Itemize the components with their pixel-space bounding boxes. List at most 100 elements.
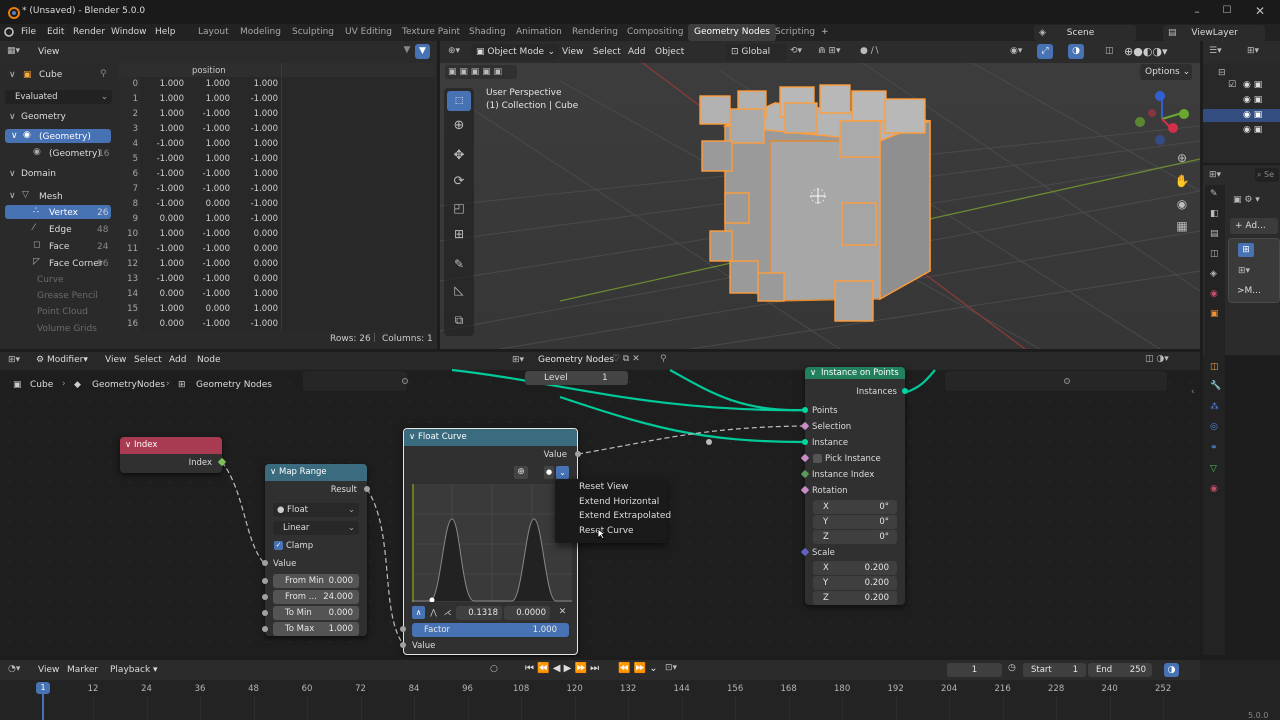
map-range-field[interactable]: From Min 0.000 (273, 574, 359, 588)
menu-extend-horizontal[interactable]: Extend Horizontal (579, 497, 659, 507)
mesh-chevron-icon[interactable]: ∨ (9, 191, 16, 201)
output-tab-icon[interactable]: ▤ (1210, 229, 1219, 239)
zoom-in-icon[interactable]: ⊕ (514, 466, 528, 479)
scale-field[interactable]: Z 0.200 (813, 591, 897, 605)
outliner-row4-eye-icon[interactable]: ◉ ▣ (1243, 125, 1262, 135)
curve-tool-auto-icon[interactable]: ∧ (412, 606, 425, 619)
level-field[interactable]: Level 1 (525, 371, 628, 385)
tab-scripting[interactable]: Scripting (775, 24, 815, 41)
outliner-row1-eye-icon[interactable]: ◉ ▣ (1243, 80, 1262, 90)
delete-point-icon[interactable]: ✕ (556, 606, 569, 619)
tab-texture-paint[interactable]: Texture Paint (402, 24, 460, 41)
scale-field[interactable]: Y 0.200 (813, 576, 897, 590)
options-dropdown[interactable]: Options ⌄ (1140, 64, 1192, 80)
timeline-menu-playback[interactable]: Playback ▾ (110, 665, 158, 675)
evaluated-dropdown[interactable]: Evaluated ⌄ (5, 90, 112, 104)
curve-point-x-field[interactable]: 0.1318 (456, 606, 502, 620)
pin-icon[interactable]: ⚲ (100, 69, 107, 79)
index-node[interactable]: ∨ Index Index (120, 437, 227, 473)
view-layer-selector[interactable]: ▤ ViewLayer (1163, 25, 1265, 41)
outliner-filter-icon[interactable]: ⊞▾ (1247, 46, 1259, 56)
geometry-sub-label[interactable]: (Geometry) (49, 149, 101, 159)
domain-edge-label[interactable]: Edge (49, 225, 72, 235)
expand-item-chevron-icon[interactable]: ∨ (11, 131, 18, 141)
modifier-name[interactable]: >M... (1237, 286, 1261, 296)
map-range-input-socket[interactable] (262, 610, 268, 616)
column-header-position[interactable]: position (192, 66, 226, 76)
map-range-header[interactable]: ∨ Map Range (265, 464, 367, 481)
cursor-tool-icon[interactable]: ⊕ (447, 116, 471, 136)
rotation-field[interactable]: Z 0° (813, 530, 897, 544)
filter-active-icon[interactable]: ▼ (415, 44, 430, 59)
instance-on-points-header[interactable]: ∨ Instance on Points (805, 367, 905, 379)
editor-type-icon[interactable]: ⊕▾ (448, 46, 460, 56)
curve-tool-free-icon[interactable]: ⋌ (441, 606, 454, 619)
modifier-icon-row[interactable]: ⊞▾ (1238, 266, 1250, 276)
blender-menu-icon[interactable] (4, 27, 14, 37)
float-curve-output-socket[interactable] (575, 451, 581, 457)
transform-orientation-dropdown[interactable]: ⊡ Global (726, 44, 786, 60)
view-layer-tab-icon[interactable]: ◫ (1210, 249, 1219, 259)
material-tab-icon[interactable]: ◉ (1210, 484, 1218, 494)
scene-tab-icon[interactable]: ◈ (1210, 269, 1217, 279)
collapsed-node-socket[interactable] (402, 378, 408, 384)
tab-modeling[interactable]: Modeling (240, 24, 281, 41)
snap-icon[interactable]: ⋒ ⊞▾ (818, 46, 840, 56)
outliner-selected-row[interactable] (1203, 109, 1280, 122)
curve-handle-icon[interactable]: ● (544, 466, 554, 479)
xray-icon[interactable]: ◫ (1105, 46, 1114, 56)
modifier-node-icon[interactable]: ⊞ (1238, 243, 1254, 257)
menu-edit[interactable]: Edit (47, 24, 64, 41)
points-input-socket[interactable] (802, 407, 808, 413)
domain-face-label[interactable]: Face (49, 242, 69, 252)
menu-reset-view[interactable]: Reset View (579, 482, 628, 492)
add-cube-tool-icon[interactable]: ⧉ (447, 310, 471, 330)
outliner-row1-checkbox[interactable]: ☑ (1228, 80, 1236, 90)
index-node-header[interactable]: ∨ Index (120, 437, 222, 454)
viewport-menu-view[interactable]: View (562, 47, 583, 57)
properties-search[interactable]: ⌕ Se (1255, 168, 1279, 182)
sync-icon[interactable]: ⊡▾ (665, 663, 677, 673)
collapsed-node-left[interactable] (303, 371, 407, 391)
map-range-field[interactable]: From ... 24.000 (273, 590, 359, 604)
viewport-menu-select[interactable]: Select (593, 47, 621, 57)
scale-field[interactable]: X 0.200 (813, 561, 897, 575)
proportional-edit-icon[interactable]: ● ∕∖ (860, 46, 879, 56)
end-frame-field[interactable]: End 250 (1088, 663, 1152, 677)
tab-sculpting[interactable]: Sculpting (292, 24, 334, 41)
rotation-field[interactable]: Y 0° (813, 515, 897, 529)
rotation-field[interactable]: X 0° (813, 500, 897, 514)
expand-cube-chevron-icon[interactable]: ∨ (9, 70, 16, 80)
3d-viewport[interactable]: ⊕▾ ▣ Object Mode ⌄ View Select Add Object… (440, 41, 1200, 349)
data-type-dropdown[interactable]: ● Float ⌄ (273, 503, 359, 517)
gizmo-toggle-icon[interactable]: ⤢ (1037, 44, 1053, 59)
viewport-menu-object[interactable]: Object (655, 47, 684, 57)
outliner-editor-icon[interactable]: ☰▾ (1209, 46, 1222, 56)
domain-chevron-icon[interactable]: ∨ (9, 169, 16, 179)
zoom-icon[interactable]: ⊕ (1173, 151, 1191, 169)
annotate-tool-icon[interactable]: ✎ (447, 254, 471, 274)
world-tab-icon[interactable]: ◉ (1210, 289, 1218, 299)
menu-help[interactable]: Help (155, 24, 176, 41)
collapse-chevron-icon[interactable]: ∨ (810, 367, 816, 379)
wrench-tab-icon[interactable]: 🔧 (1210, 381, 1221, 391)
instances-output-socket[interactable] (902, 388, 908, 394)
select-box-icon[interactable]: ▣ ▣ ▣ ▣ ▣ (445, 65, 517, 79)
float-curve-node[interactable]: ∨ Float Curve Value ⊕ ● ⌄ ∧ ⋀ ⋌ 0.1318 0.… (400, 428, 581, 655)
factor-slider[interactable]: Factor 1.000 (412, 623, 569, 637)
map-range-input-socket[interactable] (262, 594, 268, 600)
instance-on-points-node[interactable]: ∨ Instance on Points Instances Points Sel… (800, 367, 908, 605)
particles-tab-icon[interactable]: ⁂ (1210, 402, 1219, 412)
keyframe-nav-icon[interactable]: ⏪ ⏩ ⌄ (618, 663, 658, 674)
minimize-icon[interactable]: – (1190, 5, 1204, 19)
measure-tool-icon[interactable]: ◺ (447, 280, 471, 300)
outliner-row3-eye-icon[interactable]: ◉ ▣ (1243, 110, 1262, 120)
map-range-input-socket[interactable] (262, 578, 268, 584)
add-modifier-button[interactable]: + Ad... (1230, 218, 1278, 234)
tab-shading[interactable]: Shading (469, 24, 506, 41)
object-tab-icon[interactable]: ▣ (1210, 309, 1219, 319)
map-range-result-socket[interactable] (364, 486, 370, 492)
float-curve-value-socket[interactable] (400, 642, 406, 648)
tab-rendering[interactable]: Rendering (572, 24, 618, 41)
modifier-tab-icon[interactable]: ◫ (1210, 362, 1219, 372)
